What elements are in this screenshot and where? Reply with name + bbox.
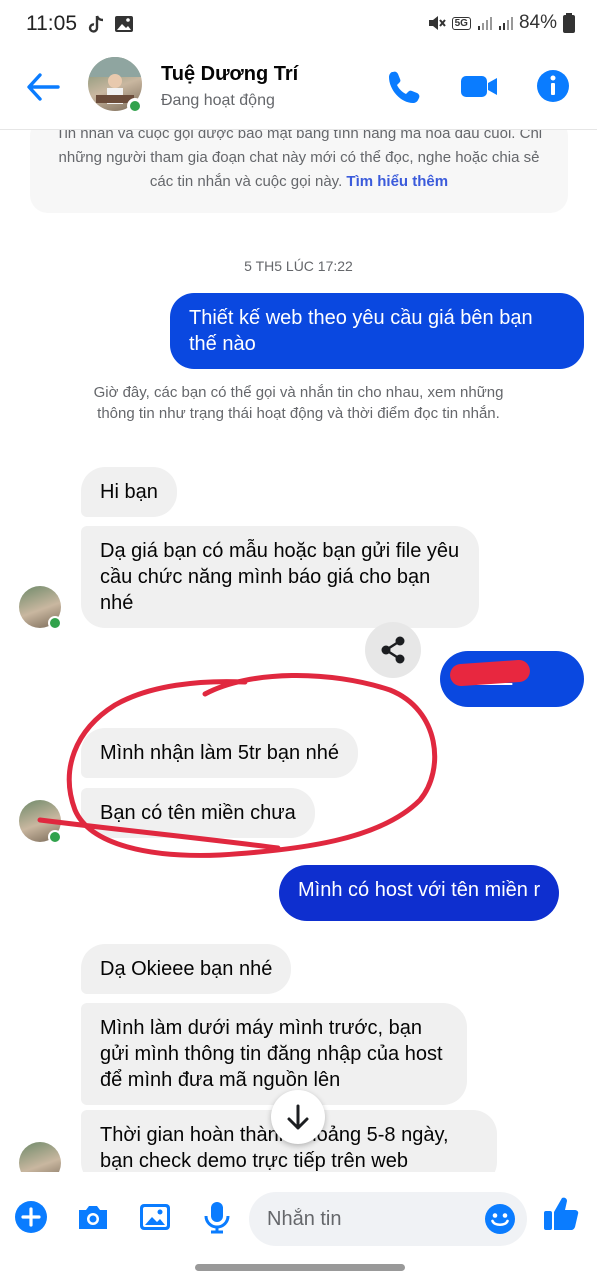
contact-name[interactable]: Tuệ Dương Trí: [161, 63, 298, 86]
contact-status: Đang hoạt động: [161, 92, 275, 109]
share-button[interactable]: [365, 622, 421, 678]
message-bubble-outgoing[interactable]: Thiết kế web theo yêu cầu giá bên bạn th…: [170, 293, 584, 369]
message-bubble-incoming[interactable]: Mình nhận làm 5tr bạn nhé: [81, 728, 359, 778]
video-icon[interactable]: [459, 68, 499, 104]
info-icon[interactable]: [533, 68, 573, 104]
battery-icon: [563, 13, 575, 33]
chat-header: Tuệ Dương Trí Đang hoạt động: [0, 52, 597, 130]
message-bubble-incoming[interactable]: Hi bạn: [81, 467, 177, 517]
online-indicator: [48, 616, 62, 630]
mic-icon[interactable]: [199, 1199, 235, 1235]
thumbs-up-icon[interactable]: [542, 1194, 582, 1234]
messenger-screen: 11:05 5G 84% Tuệ Dương Trí Đang hoạt độn…: [0, 0, 597, 1280]
network-badge: 5G: [451, 16, 471, 30]
camera-icon[interactable]: [75, 1199, 111, 1235]
tiktok-icon: [88, 15, 104, 33]
home-indicator: [195, 1264, 405, 1271]
avatar[interactable]: [19, 1142, 61, 1172]
encryption-text: Tin nhắn và cuộc gọi được bảo mật bằng t…: [55, 130, 543, 190]
status-time: 11:05: [26, 12, 77, 35]
status-bar: 11:05 5G 84%: [0, 0, 597, 52]
phone-icon[interactable]: [385, 68, 425, 104]
message-bubble-incoming[interactable]: Bạn có tên miền chưa: [81, 788, 315, 838]
share-icon: [381, 636, 405, 664]
message-thread[interactable]: Tin nhắn và cuộc gọi được bảo mật bằng t…: [0, 130, 597, 1172]
message-bubble-outgoing[interactable]: Mình có host với tên miền r: [279, 865, 560, 921]
message-bubble-incoming[interactable]: Dạ giá bạn có mẫu hoặc bạn gửi file yêu …: [81, 526, 479, 628]
encryption-notice: Tin nhắn và cuộc gọi được bảo mật bằng t…: [30, 130, 568, 213]
learn-more-link[interactable]: Tìm hiểu thêm: [346, 173, 448, 190]
mute-icon: [428, 16, 446, 30]
plus-icon[interactable]: [13, 1199, 49, 1235]
battery-percent: 84%: [518, 12, 557, 33]
message-composer: [0, 1172, 597, 1280]
emoji-icon[interactable]: [484, 1203, 516, 1235]
message-input[interactable]: [267, 1192, 467, 1246]
message-timestamp: 5 TH5 LÚC 17:22: [244, 258, 353, 274]
scroll-down-button[interactable]: [271, 1090, 325, 1144]
online-indicator: [127, 98, 143, 114]
message-bubble-incoming[interactable]: Dạ Okieee bạn nhé: [81, 944, 292, 994]
online-indicator: [48, 830, 62, 844]
image-icon[interactable]: [137, 1199, 173, 1235]
arrow-left-icon[interactable]: [24, 70, 62, 104]
signal-icon: [477, 16, 492, 30]
gallery-icon: [115, 16, 133, 32]
signal-icon-2: [498, 16, 513, 30]
arrow-down-icon: [287, 1104, 309, 1130]
message-input-container[interactable]: [249, 1192, 527, 1246]
connection-notice: Giờ đây, các bạn có thể gọi và nhắn tin …: [93, 384, 504, 422]
